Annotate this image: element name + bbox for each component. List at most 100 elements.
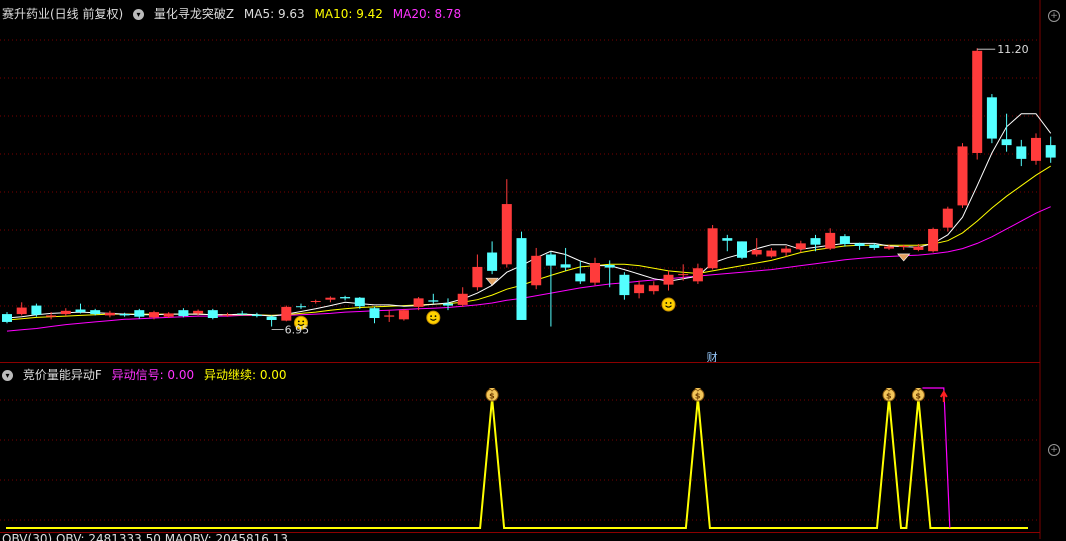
money-bag-symbol: $	[886, 392, 892, 401]
candle-body	[428, 300, 439, 302]
candle-body	[722, 238, 733, 241]
candle-body	[457, 293, 468, 305]
candle-body	[869, 244, 880, 248]
candle-body	[648, 285, 659, 292]
candle-body	[31, 305, 42, 315]
candle-body	[193, 310, 204, 314]
candle-body	[296, 306, 306, 308]
candle-body	[678, 274, 689, 276]
ma5-label: MA5: 9.63	[243, 7, 305, 21]
candle-body	[1045, 145, 1056, 158]
chevron-down-icon[interactable]: ▾	[2, 370, 13, 381]
candle-body	[590, 263, 600, 283]
candle-body	[1031, 137, 1041, 161]
smiley-eye	[297, 320, 300, 323]
candle-body	[222, 314, 233, 316]
candle-body	[751, 249, 762, 255]
signal-line	[6, 397, 1028, 529]
candle-body	[325, 297, 336, 300]
candle-body	[692, 268, 703, 282]
candle-body	[839, 236, 850, 245]
smiley-icon	[661, 297, 676, 312]
kline-chart[interactable]: 11.206.95财$ $ $ $	[0, 0, 1066, 539]
candle-body	[825, 232, 836, 249]
candle-body	[516, 238, 527, 320]
smiley-eye	[669, 302, 672, 304]
candle-body	[942, 208, 953, 228]
candle-body	[986, 97, 997, 139]
candle-body	[310, 300, 321, 302]
candle-body	[707, 228, 718, 269]
ma20-line	[6, 206, 1051, 332]
smiley-icon	[426, 310, 441, 325]
candle-body	[766, 250, 777, 257]
candle-body	[913, 246, 924, 250]
candle-body	[369, 308, 380, 319]
candle-body	[1016, 146, 1027, 159]
candle-body	[957, 146, 968, 206]
sub-header: ▾ 竞价量能异动F 异动信号: 0.00 异动继续: 0.00	[2, 367, 293, 383]
candle-body	[619, 274, 630, 296]
candle-body	[75, 309, 86, 313]
candle-body	[781, 248, 792, 253]
signal-label: 异动信号: 0.00	[111, 368, 195, 382]
candle-body	[163, 313, 174, 317]
candle-body	[663, 274, 674, 285]
indicator-name[interactable]: 量化寻龙突破Z	[154, 7, 234, 21]
candle-body	[898, 245, 909, 247]
candle-body	[604, 264, 615, 268]
smiley-eye	[430, 315, 432, 318]
candle-body	[354, 297, 365, 307]
candle-body	[545, 254, 556, 266]
candle-body	[178, 310, 189, 317]
candle-body	[266, 316, 277, 320]
chevron-down-icon[interactable]: ▾	[133, 9, 145, 20]
candle-body	[413, 298, 424, 307]
candle-body	[472, 266, 483, 288]
bottom-header: OBV(30) OBV: 2481333.50 MAOBV: 2045816.1…	[2, 531, 294, 541]
low-price-label: 6.95	[285, 324, 310, 337]
money-bag-symbol: $	[695, 392, 701, 401]
candle-body	[90, 310, 101, 315]
pane-divider	[0, 362, 1040, 363]
ma10-label: MA10: 9.42	[314, 7, 383, 21]
high-price-label: 11.20	[997, 43, 1028, 56]
candle-body	[207, 310, 218, 319]
candle-body	[487, 252, 498, 271]
candle-body	[634, 284, 645, 294]
candle-body	[854, 243, 865, 246]
candle-body	[340, 297, 351, 299]
candle-body	[237, 313, 248, 315]
money-bag-symbol: $	[489, 392, 495, 401]
obv-label: OBV(30) OBV: 2481333.50 MAOBV: 2045816.1…	[2, 532, 288, 541]
maximize-icon[interactable]: +	[1048, 10, 1060, 22]
smiley-eye	[665, 302, 668, 304]
money-bag-symbol: $	[915, 392, 921, 401]
stock-title: 赛升药业(日线 前复权)	[2, 7, 124, 21]
smiley-eye	[302, 320, 305, 323]
candle-body	[384, 315, 395, 317]
candle-body	[119, 314, 130, 316]
candle-body	[575, 273, 586, 282]
candle-body	[2, 314, 12, 322]
continue-label: 异动继续: 0.00	[203, 368, 287, 382]
candle-body	[16, 307, 27, 315]
signal-marker-icon	[897, 253, 911, 262]
maximize-icon[interactable]: +	[1048, 444, 1060, 456]
sub-indicator-name[interactable]: 竞价量能异动F	[23, 368, 102, 382]
candle-body	[46, 315, 57, 317]
candle-body	[60, 310, 71, 315]
candle-body	[928, 228, 939, 252]
candle-body	[251, 314, 262, 317]
candle-body	[795, 243, 806, 250]
candle-body	[398, 310, 409, 320]
candle-body	[531, 255, 542, 286]
candle-body	[281, 306, 292, 321]
candle-body	[972, 50, 983, 153]
candle-body	[443, 303, 453, 306]
candle-body	[737, 241, 747, 258]
candle-body	[1001, 139, 1012, 146]
candle-body	[884, 246, 894, 249]
ma20-label: MA20: 8.78	[392, 7, 462, 21]
candle-body	[501, 204, 512, 265]
